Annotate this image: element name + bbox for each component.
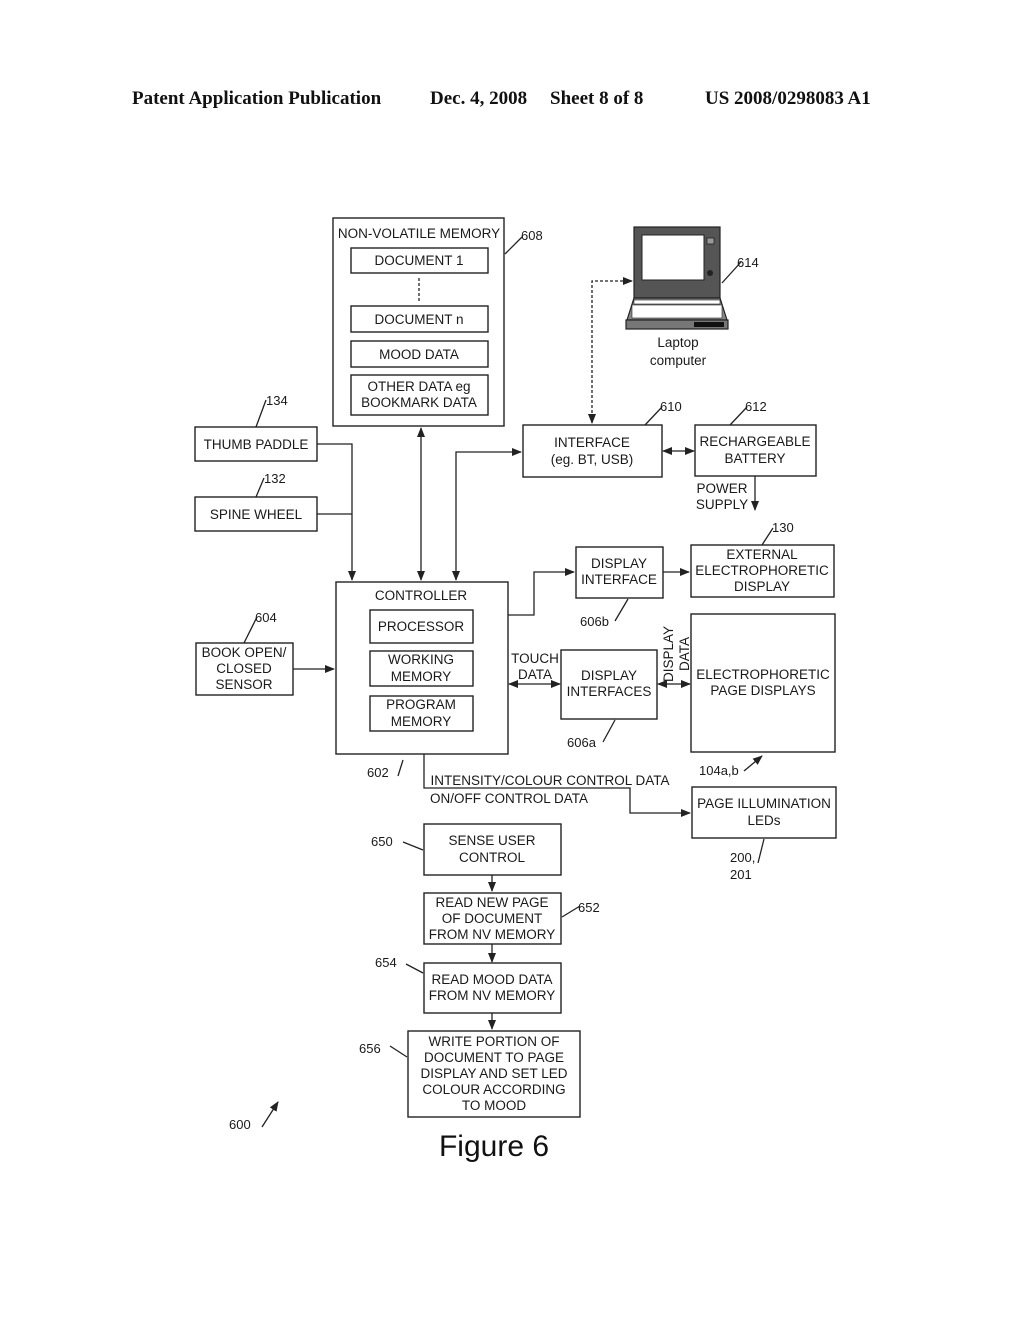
flow-652-line1: READ NEW PAGE [435, 895, 548, 910]
ref-604: 604 [255, 610, 277, 625]
ref-606a: 606a [567, 735, 597, 750]
interface-block: INTERFACE (eg. BT, USB) 610 [522, 399, 682, 478]
ref-600: 600 [229, 1117, 251, 1132]
book-sensor-line2: CLOSED [216, 661, 272, 676]
interface-line1: INTERFACE [554, 435, 630, 450]
interface-line2: (eg. BT, USB) [551, 452, 634, 467]
figure-6-diagram: NON-VOLATILE MEMORY DOCUMENT 1 DOCUMENT … [194, 217, 837, 1163]
touch-data-line1: TOUCH [511, 651, 559, 666]
touch-data-line2: DATA [518, 667, 552, 682]
external-display-line2: ELECTROPHORETIC [695, 563, 829, 578]
leds-line1: PAGE ILLUMINATION [697, 796, 831, 811]
ref-614: 614 [737, 255, 759, 270]
flow-step-650: SENSE USER CONTROL 650 [371, 823, 562, 876]
laptop-label-line1: Laptop [657, 335, 698, 350]
flow-656-line4: COLOUR ACCORDING [422, 1082, 565, 1097]
ref-608: 608 [521, 228, 543, 243]
laptop-block: Laptop computer 614 [625, 226, 759, 368]
flow-656-line3: DISPLAY AND SET LED [420, 1066, 567, 1081]
nv-item-document-1: DOCUMENT 1 [374, 253, 463, 268]
flow-step-654: READ MOOD DATA FROM NV MEMORY 654 [375, 955, 562, 1014]
ref-201: 201 [730, 867, 752, 882]
battery-line1: RECHARGEABLE [699, 434, 810, 449]
ref-650: 650 [371, 834, 393, 849]
flow-654-line2: FROM NV MEMORY [429, 988, 556, 1003]
ref-612: 612 [745, 399, 767, 414]
battery-block: RECHARGEABLE BATTERY 612 POWER SUPPLY [694, 399, 817, 512]
nv-memory-title: NON-VOLATILE MEMORY [338, 226, 500, 241]
ref-602: 602 [367, 765, 389, 780]
page-displays-line2: PAGE DISPLAYS [710, 683, 815, 698]
power-supply-line1: POWER [696, 481, 747, 496]
flow-656-line5: TO MOOD [462, 1098, 527, 1113]
book-sensor-block: BOOK OPEN/ CLOSED SENSOR 604 [195, 610, 294, 696]
page-displays-block: ELECTROPHORETIC PAGE DISPLAYS 104a,b [690, 613, 836, 778]
book-sensor-line3: SENSOR [215, 677, 272, 692]
display-interfaces-a-line2: INTERFACES [567, 684, 652, 699]
ref-200: 200, [730, 850, 755, 865]
laptop-label-line2: computer [650, 353, 707, 368]
flow-step-652: READ NEW PAGE OF DOCUMENT FROM NV MEMORY… [423, 892, 600, 945]
book-sensor-line1: BOOK OPEN/ [202, 645, 287, 660]
flow-step-656: WRITE PORTION OF DOCUMENT TO PAGE DISPLA… [359, 1030, 581, 1118]
controller-program-memory-line2: MEMORY [391, 714, 452, 729]
flow-650-line2: CONTROL [459, 850, 525, 865]
ref-654: 654 [375, 955, 397, 970]
ref-606b: 606b [580, 614, 609, 629]
display-interface-b-line1: DISPLAY [591, 556, 647, 571]
external-display-line3: DISPLAY [734, 579, 790, 594]
ref-610: 610 [660, 399, 682, 414]
power-supply-line2: SUPPLY [696, 497, 748, 512]
controller-working-memory-line1: WORKING [388, 652, 454, 667]
flow-650-line1: SENSE USER [448, 833, 535, 848]
controller-program-memory-line1: PROGRAM [386, 697, 456, 712]
ref-656: 656 [359, 1041, 381, 1056]
nv-item-mood-data: MOOD DATA [379, 347, 459, 362]
controller-title: CONTROLLER [375, 588, 468, 603]
ref-130: 130 [772, 520, 794, 535]
flow-652-line3: FROM NV MEMORY [429, 927, 556, 942]
display-data-line1: DISPLAY [661, 626, 676, 682]
spine-wheel-block: SPINE WHEEL 132 [194, 471, 318, 532]
on-off-control-label: ON/OFF CONTROL DATA [430, 791, 588, 806]
flow-652-line2: OF DOCUMENT [442, 911, 543, 926]
nv-item-other-data-line1: OTHER DATA eg [367, 379, 470, 394]
flowchart: SENSE USER CONTROL 650 READ NEW PAGE OF … [359, 823, 600, 1118]
ref-104ab: 104a,b [699, 763, 739, 778]
spine-wheel-label: SPINE WHEEL [210, 507, 303, 522]
flow-654-line1: READ MOOD DATA [431, 972, 552, 987]
leds-block: PAGE ILLUMINATION LEDs 200, 201 [691, 786, 837, 882]
thumb-paddle-label: THUMB PADDLE [204, 437, 309, 452]
controller-working-memory-line2: MEMORY [391, 669, 452, 684]
display-interfaces-606a-block: DISPLAY INTERFACES 606a [560, 649, 658, 750]
controller-processor: PROCESSOR [378, 619, 465, 634]
leds-line2: LEDs [747, 813, 780, 828]
nv-item-other-data-line2: BOOKMARK DATA [361, 395, 477, 410]
laptop-icon [625, 226, 729, 330]
display-interface-606b-block: DISPLAY INTERFACE 606b [575, 546, 664, 629]
ref-134: 134 [266, 393, 288, 408]
page-displays-line1: ELECTROPHORETIC [696, 667, 830, 682]
figure-label: Figure 6 [439, 1130, 549, 1163]
display-interface-b-line2: INTERFACE [581, 572, 657, 587]
intensity-colour-label: INTENSITY/COLOUR CONTROL DATA [430, 773, 669, 788]
nv-memory-block: NON-VOLATILE MEMORY DOCUMENT 1 DOCUMENT … [332, 217, 543, 427]
flow-656-line1: WRITE PORTION OF [429, 1034, 560, 1049]
nv-item-document-n: DOCUMENT n [374, 312, 463, 327]
flow-656-line2: DOCUMENT TO PAGE [424, 1050, 564, 1065]
external-display-block: EXTERNAL ELECTROPHORETIC DISPLAY 130 [690, 520, 835, 598]
display-data-line2: DATA [677, 637, 692, 671]
ref-652: 652 [578, 900, 600, 915]
ref-132: 132 [264, 471, 286, 486]
display-interfaces-a-line1: DISPLAY [581, 668, 637, 683]
controller-block: CONTROLLER PROCESSOR WORKING MEMORY PROG… [335, 581, 509, 780]
external-display-line1: EXTERNAL [726, 547, 798, 562]
battery-line2: BATTERY [724, 451, 785, 466]
thumb-paddle-block: THUMB PADDLE 134 [194, 393, 318, 462]
